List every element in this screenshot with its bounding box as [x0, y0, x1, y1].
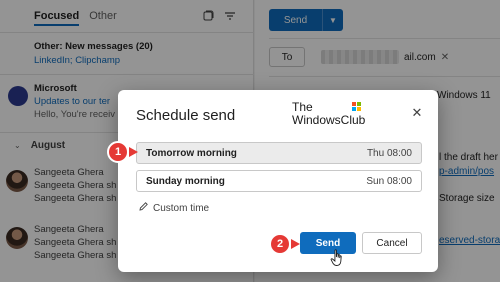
- close-icon[interactable]: ✕: [410, 105, 424, 120]
- step-arrow: [129, 147, 138, 157]
- pencil-icon: [138, 201, 149, 215]
- cancel-button[interactable]: Cancel: [362, 232, 422, 254]
- custom-time-label: Custom time: [153, 202, 210, 214]
- hand-cursor-icon: [330, 249, 344, 267]
- step-marker-1: 1: [107, 141, 129, 163]
- step-marker-2: 2: [269, 233, 291, 255]
- option-time: Sun 08:00: [366, 175, 412, 187]
- option-sunday-morning[interactable]: Sunday morning Sun 08:00: [136, 170, 422, 192]
- step-arrow: [291, 239, 300, 249]
- option-time: Thu 08:00: [366, 147, 412, 159]
- option-label: Tomorrow morning: [146, 147, 237, 159]
- custom-time-link[interactable]: Custom time: [138, 201, 209, 215]
- option-label: Sunday morning: [146, 175, 225, 187]
- watermark-text: WindowsClub: [292, 113, 366, 127]
- windows-logo-icon: [352, 102, 361, 111]
- send-button[interactable]: Send: [300, 232, 356, 254]
- option-tomorrow-morning[interactable]: Tomorrow morning Thu 08:00: [136, 142, 422, 164]
- dialog-title: Schedule send: [136, 107, 236, 124]
